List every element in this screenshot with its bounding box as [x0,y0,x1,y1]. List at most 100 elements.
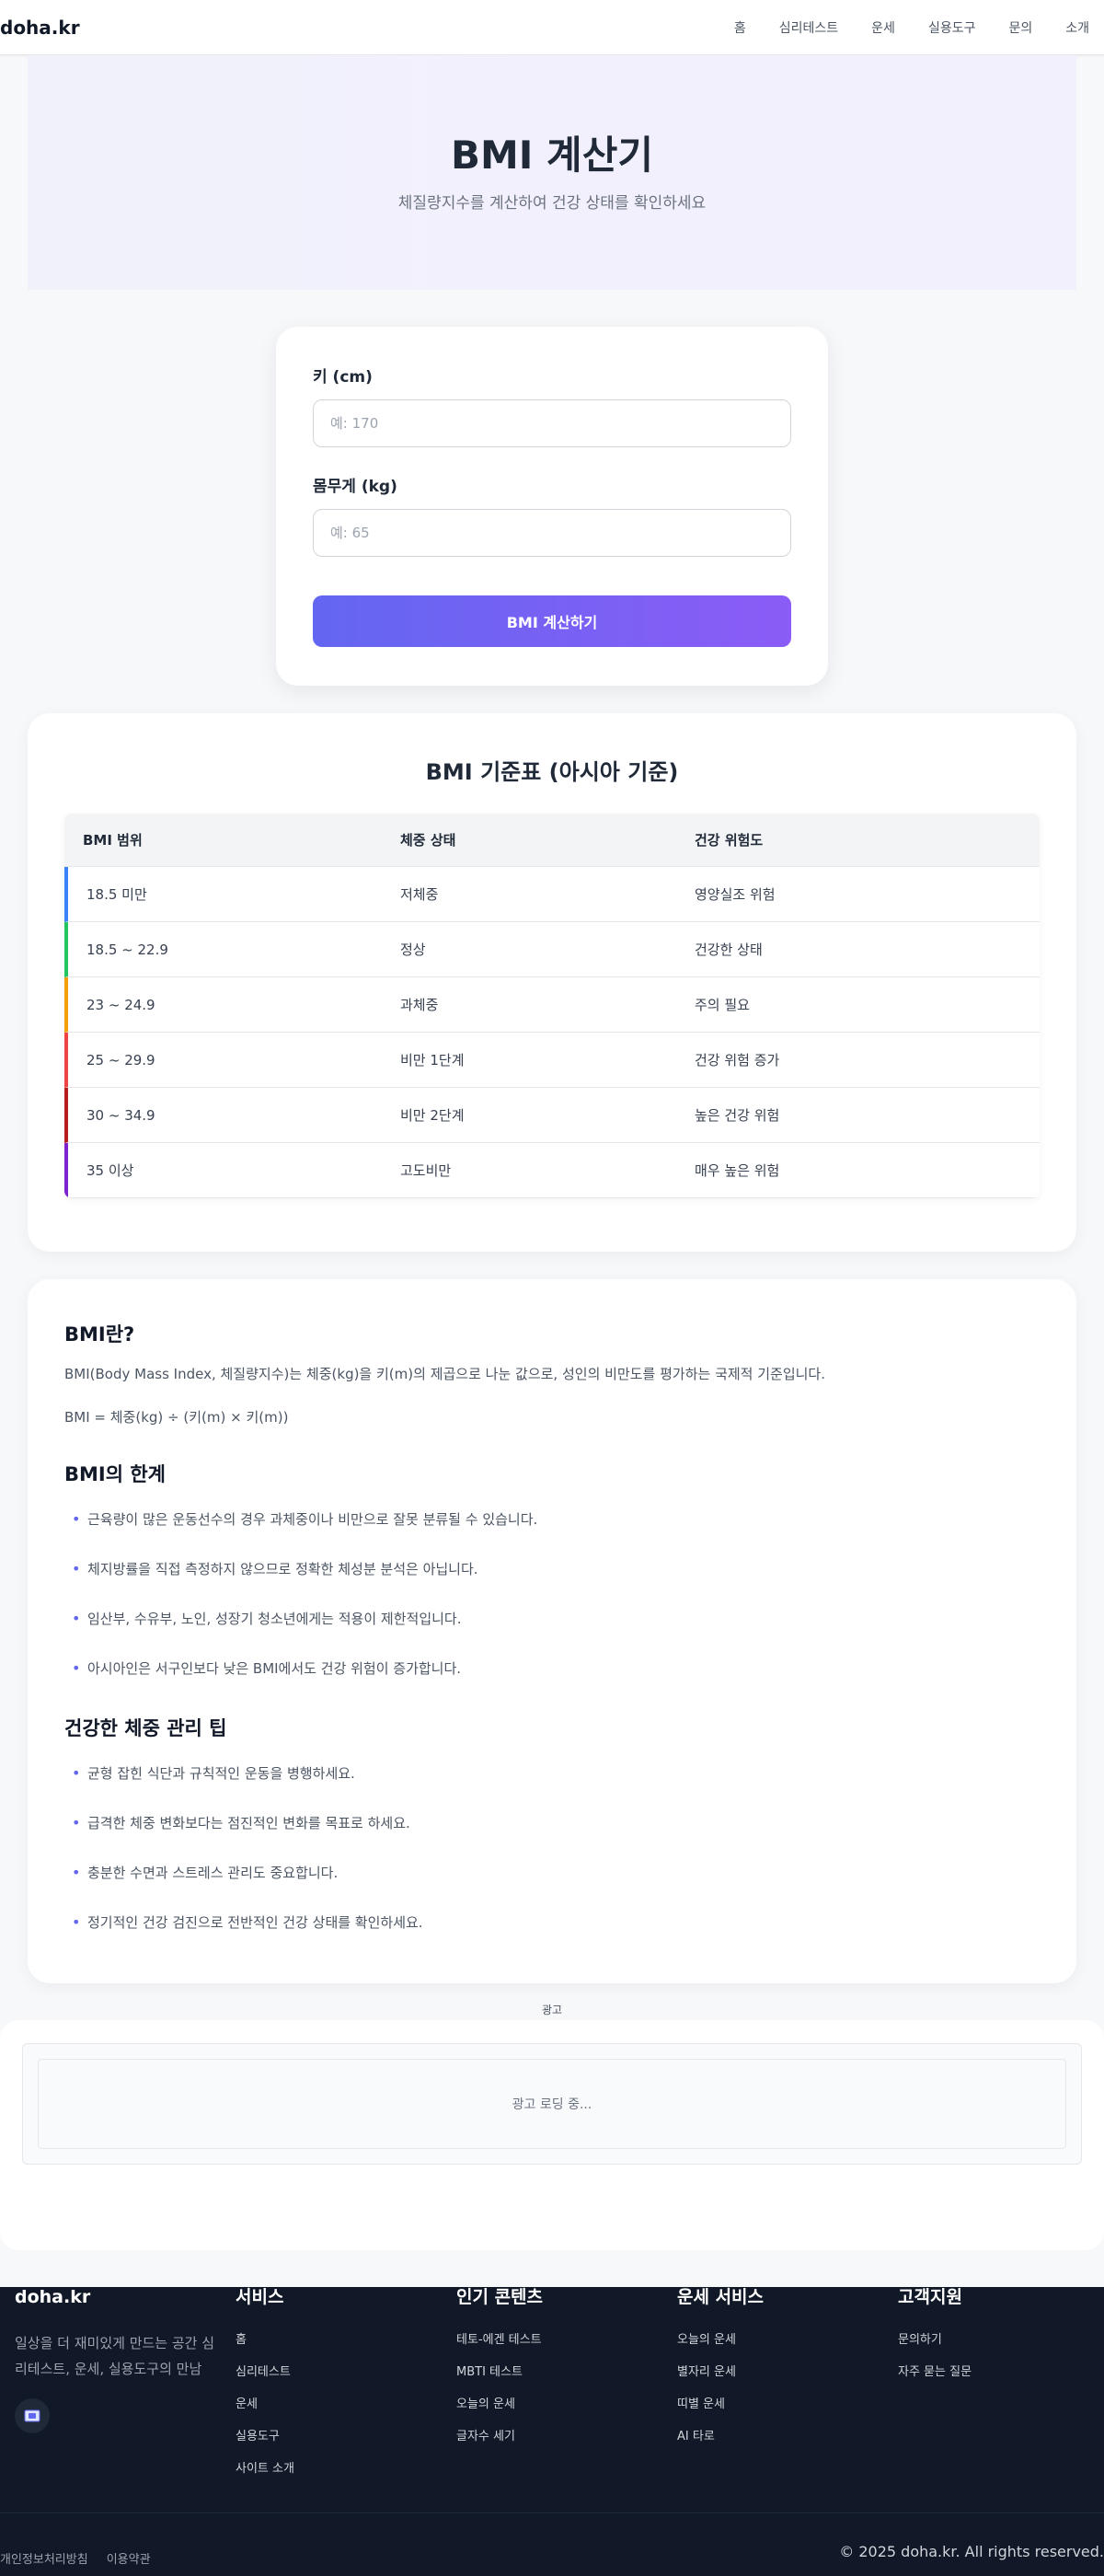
ad-section: 광고 로딩 중... [0,2020,1104,2250]
header-bmi-range: BMI 범위 [64,814,382,867]
cell-risk: 건강 위험 증가 [676,1033,1040,1088]
bmi-table-card: BMI 기준표 (아시아 기준) BMI 범위 체중 상태 건강 위험도 18.… [28,713,1076,1252]
weight-label: 몸무게 (kg) [313,478,397,496]
cell-range: 23 ~ 24.9 [64,977,382,1033]
footer-link[interactable]: 오늘의 운세 [456,2394,543,2426]
nav-fortune[interactable]: 운세 [871,18,895,37]
footer-popular-column: 인기 콘텐츠 테토-에겐 테스트 MBTI 테스트 오늘의 운세 글자수 세기 [456,2287,543,2458]
what-is-bmi-heading: BMI란? [64,1323,135,1346]
nav-home[interactable]: 홈 [734,18,746,37]
cell-range: 18.5 ~ 22.9 [64,922,382,977]
footer-column-title: 운세 서비스 [677,2287,765,2307]
nav-contact[interactable]: 문의 [1008,18,1032,37]
table-row: 18.5 ~ 22.9 정상 건강한 상태 [64,922,1040,977]
weight-field-group: 몸무게 (kg) [313,473,791,557]
cell-range: 18.5 미만 [64,867,382,922]
header-weight-status: 체중 상태 [382,814,676,867]
footer-link[interactable]: 오늘의 운세 [677,2329,764,2362]
footer-link[interactable]: 심리테스트 [236,2362,294,2394]
footer-brand-column: doha.kr 일상을 더 재미있게 만드는 공간 심리테스트, 운세, 실용도… [15,2287,217,2433]
hero-section: BMI 계산기 체질량지수를 계산하여 건강 상태를 확인하세요 [28,55,1076,290]
footer-link[interactable]: MBTI 테스트 [456,2362,543,2394]
nav-about[interactable]: 소개 [1065,18,1089,37]
site-logo[interactable]: doha.kr [0,17,80,39]
height-field-group: 키 (cm) [313,364,791,447]
cell-risk: 영양실조 위험 [676,867,1040,922]
footer-link[interactable]: 테토-에겐 테스트 [456,2329,543,2362]
cell-risk: 높은 건강 위험 [676,1088,1040,1143]
footer-column-title: 서비스 [236,2287,284,2307]
calculate-bmi-button[interactable]: BMI 계산하기 [313,595,791,647]
cell-risk: 매우 높은 위험 [676,1143,1040,1198]
main-nav: 홈 심리테스트 운세 실용도구 문의 소개 [734,18,1089,37]
table-row: 23 ~ 24.9 과체중 주의 필요 [64,977,1040,1033]
page-subtitle: 체질량지수를 계산하여 건강 상태를 확인하세요 [397,194,707,214]
footer-link[interactable]: AI 타로 [677,2426,764,2458]
table-row: 18.5 미만 저체중 영양실조 위험 [64,867,1040,922]
nav-tools[interactable]: 실용도구 [928,18,976,37]
cell-range: 30 ~ 34.9 [64,1088,382,1143]
list-item: 체지방률을 직접 측정하지 않으므로 정확한 체성분 분석은 아닙니다. [64,1557,1040,1607]
health-tips-heading: 건강한 체중 관리 팁 [64,1717,227,1739]
footer-divider [0,2512,1104,2513]
footer-fortune-column: 운세 서비스 오늘의 운세 별자리 운세 띠별 운세 AI 타로 [677,2287,764,2458]
height-input[interactable] [313,399,791,447]
footer-link[interactable]: 문의하기 [898,2329,972,2362]
footer-logo[interactable]: doha.kr [15,2287,217,2308]
list-item: 충분한 수면과 스트레스 관리도 중요합니다. [64,1861,1040,1911]
footer-link[interactable]: 글자수 세기 [456,2426,543,2458]
cell-range: 25 ~ 29.9 [64,1033,382,1088]
footer-description: 일상을 더 재미있게 만드는 공간 심리테스트, 운세, 실용도구의 만남 [15,2334,215,2377]
table-title: BMI 기준표 (아시아 기준) [425,759,679,785]
bmi-info-card: BMI란? BMI(Body Mass Index, 체질량지수)는 체중(kg… [28,1279,1076,1983]
list-item: 급격한 체중 변화보다는 점진적인 변화를 목표로 하세요. [64,1811,1040,1861]
email-icon[interactable] [15,2397,50,2433]
copyright-text: © 2025 doha.kr. All rights reserved. [839,2543,1104,2560]
ad-label: 광고 [541,2004,563,2016]
cell-range: 35 이상 [64,1143,382,1198]
footer-link[interactable]: 실용도구 [236,2426,294,2458]
what-is-bmi-text: BMI(Body Mass Index, 체질량지수)는 체중(kg)을 키(m… [64,1366,826,1382]
health-tips-list: 균형 잡힌 식단과 규칙적인 운동을 병행하세요. 급격한 체중 변화보다는 점… [64,1762,1040,1960]
cell-status: 과체중 [382,977,676,1033]
privacy-policy-link[interactable]: 개인정보처리방침 [0,2549,88,2567]
list-item: 근육량이 많은 운동선수의 경우 과체중이나 비만으로 잘못 분류될 수 있습니… [64,1507,1040,1557]
table-row: 30 ~ 34.9 비만 2단계 높은 건강 위험 [64,1088,1040,1143]
footer-link[interactable]: 별자리 운세 [677,2362,764,2394]
cell-risk: 주의 필요 [676,977,1040,1033]
ad-container: 광고 로딩 중... [22,2043,1082,2165]
list-item: 정기적인 건강 검진으로 전반적인 건강 상태를 확인하세요. [64,1911,1040,1960]
bmi-calculator-card: 키 (cm) 몸무게 (kg) BMI 계산하기 [276,327,828,686]
page-title: BMI 계산기 [451,133,653,178]
footer-link[interactable]: 사이트 소개 [236,2458,294,2490]
cell-status: 정상 [382,922,676,977]
bmi-limits-list: 근육량이 많은 운동선수의 경우 과체중이나 비만으로 잘못 분류될 수 있습니… [64,1507,1040,1706]
footer-link[interactable]: 자주 묻는 질문 [898,2362,972,2394]
list-item: 아시아인은 서구인보다 낮은 BMI에서도 건강 위험이 증가합니다. [64,1657,1040,1706]
footer-link[interactable]: 띠별 운세 [677,2394,764,2426]
cell-status: 비만 2단계 [382,1088,676,1143]
bmi-reference-table: BMI 범위 체중 상태 건강 위험도 18.5 미만 저체중 영양실조 위험 … [64,814,1040,1198]
bmi-limits-heading: BMI의 한계 [64,1463,166,1485]
table-row: 35 이상 고도비만 매우 높은 위험 [64,1143,1040,1198]
list-item: 임산부, 수유부, 노인, 성장기 청소년에게는 적용이 제한적입니다. [64,1607,1040,1657]
cell-status: 고도비만 [382,1143,676,1198]
terms-link[interactable]: 이용약관 [107,2549,151,2567]
footer-column-title: 고객지원 [898,2287,962,2307]
table-row: 25 ~ 29.9 비만 1단계 건강 위험 증가 [64,1033,1040,1088]
footer-support-column: 고객지원 문의하기 자주 묻는 질문 [898,2287,972,2394]
footer-link[interactable]: 홈 [236,2329,294,2362]
list-item: 균형 잡힌 식단과 규칙적인 운동을 병행하세요. [64,1762,1040,1811]
weight-input[interactable] [313,509,791,557]
nav-psych-test[interactable]: 심리테스트 [779,18,838,37]
site-footer: doha.kr 일상을 더 재미있게 만드는 공간 심리테스트, 운세, 실용도… [0,2287,1104,2576]
footer-link[interactable]: 운세 [236,2394,294,2426]
height-label: 키 (cm) [313,368,373,387]
cell-status: 저체중 [382,867,676,922]
ad-loading-text: 광고 로딩 중... [38,2059,1066,2149]
footer-bottom-links: 개인정보처리방침 이용약관 [0,2549,151,2567]
cell-risk: 건강한 상태 [676,922,1040,977]
site-header: doha.kr 홈 심리테스트 운세 실용도구 문의 소개 [0,0,1104,55]
table-header-row: BMI 범위 체중 상태 건강 위험도 [64,814,1040,867]
header-health-risk: 건강 위험도 [676,814,1040,867]
